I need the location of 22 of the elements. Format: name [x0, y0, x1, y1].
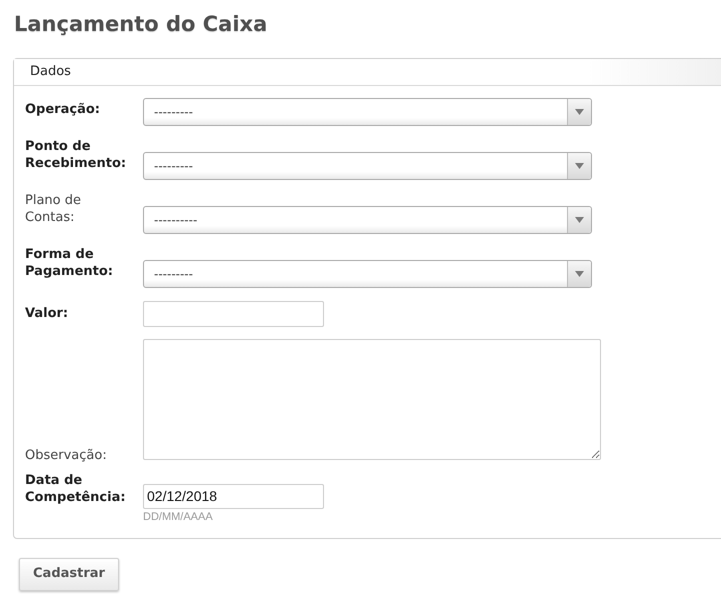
- field-label: Operação:: [25, 101, 101, 118]
- caret-down-icon: [575, 217, 584, 223]
- caret-down-icon: [575, 109, 584, 115]
- field-label: Valor:: [25, 304, 70, 322]
- field-hint: DD/MM/AAAA: [143, 510, 213, 524]
- field-label: Ponto de Recebimento:: [25, 138, 128, 172]
- submit-button[interactable]: Cadastrar: [19, 558, 119, 590]
- select-field[interactable]: ---------: [143, 152, 592, 180]
- text-input[interactable]: [143, 300, 324, 326]
- field-label: Forma de Pagamento:: [25, 246, 114, 280]
- caret-down-icon: [575, 271, 584, 277]
- field-label: Plano de Contas:: [25, 192, 82, 226]
- select-field[interactable]: ----------: [143, 206, 592, 234]
- page-title: Lançamento do Caixa: [14, 11, 268, 38]
- caret-down-icon: [575, 163, 584, 169]
- select-field[interactable]: ---------: [143, 260, 592, 288]
- select-field[interactable]: ---------: [143, 98, 592, 126]
- field-label: Data de Competência:: [25, 472, 127, 506]
- field-label: Observação:: [25, 446, 108, 464]
- date-input[interactable]: 02/12/2018: [143, 484, 324, 508]
- textarea-field[interactable]: [143, 338, 601, 460]
- panel-title: Dados: [30, 63, 71, 82]
